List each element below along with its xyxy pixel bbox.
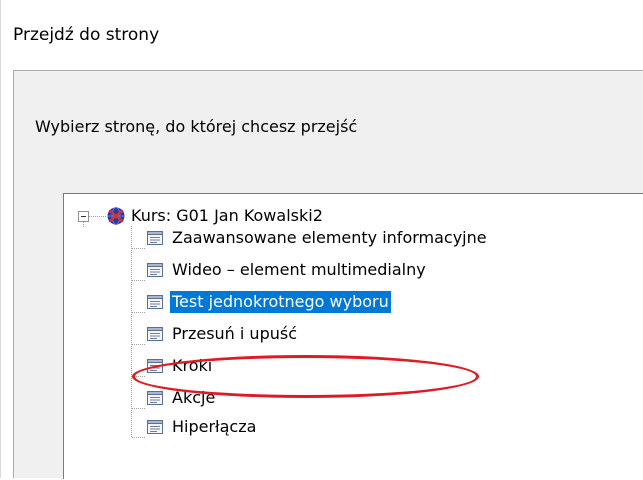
tree-item[interactable]: Hiperłącza [64,415,624,439]
collapse-toggle-icon[interactable] [78,211,89,222]
page-icon [147,391,163,405]
tree-item-label: Akcje [172,388,216,407]
dialog-titlebar: Przejdź do strony [1,0,643,70]
tree-item[interactable]: Akcje [64,386,624,410]
tree-item[interactable]: Kroki [64,354,624,378]
tree-item[interactable]: Wideo – element multimedialny [64,258,624,282]
tree-item-label: Test jednokrotnego wyboru [170,291,391,313]
dialog-content: Wybierz stronę, do której chcesz przejść [13,70,643,479]
page-icon [147,420,163,434]
page-icon [147,359,163,373]
page-icon [147,295,163,309]
page-tree[interactable]: Kurs: G01 Jan Kowalski2 Zaawansowane ele… [63,193,643,479]
tree-item-label: Kroki [172,356,213,375]
page-icon [147,327,163,341]
course-globe-icon [107,207,125,225]
tree-item-label: Przesuń i upuść [172,324,297,343]
tree-item-selected[interactable]: Test jednokrotnego wyboru [64,290,624,314]
tree-item-label: Zaawansowane elementy informacyjne [172,228,487,247]
tree-item-label: Wideo – element multimedialny [172,260,426,279]
tree-item[interactable]: Zaawansowane elementy informacyjne [64,226,624,250]
go-to-page-dialog: Przejdź do strony Wybierz stronę, do któ… [0,0,643,479]
tree-item[interactable]: Przesuń i upuść [64,322,624,346]
prompt-label: Wybierz stronę, do której chcesz przejść [35,117,358,136]
dialog-title: Przejdź do strony [13,25,160,45]
page-icon [147,263,163,277]
tree-root-label[interactable]: Kurs: G01 Jan Kowalski2 [131,205,323,227]
page-icon [147,231,163,245]
tree-item-label: Hiperłącza [172,417,257,436]
